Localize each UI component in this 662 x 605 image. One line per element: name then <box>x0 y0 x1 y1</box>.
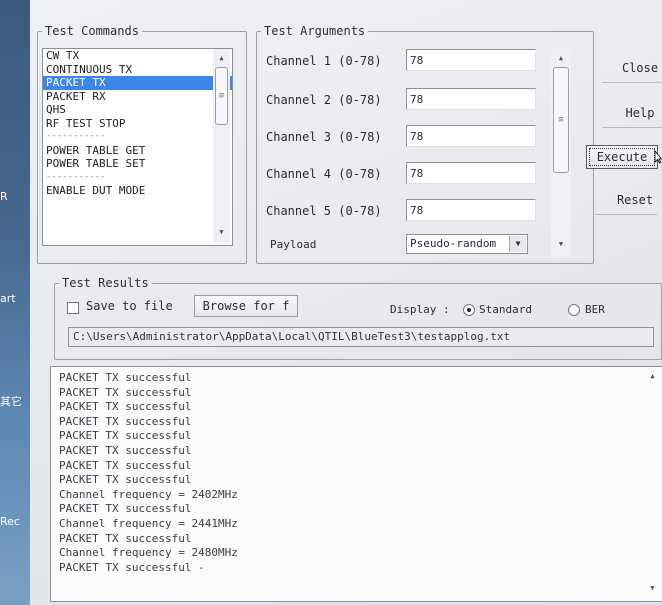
text-cursor-icon <box>654 150 662 164</box>
log-line: PACKET TX successful <box>59 400 192 414</box>
test-commands-listbox[interactable]: CW TX CONTINUOUS TX PACKET TX PACKET RX QHS R… <box>42 48 233 246</box>
channel-3-label: Channel 3 (0-78) <box>266 130 382 144</box>
commands-scrollbar[interactable]: ▲ ≡ ▼ <box>213 49 230 243</box>
channel-2-label: Channel 2 (0-78) <box>266 93 382 107</box>
scroll-up-icon[interactable]: ▲ <box>551 51 571 65</box>
scroll-down-icon[interactable]: ▼ <box>644 581 661 595</box>
close-button[interactable]: Close <box>602 58 662 78</box>
log-line: PACKET TX successful <box>59 473 192 487</box>
log-line: Channel frequency = 2402MHz <box>59 487 238 501</box>
log-line: PACKET TX successful - <box>59 560 205 574</box>
scroll-up-icon[interactable]: ▲ <box>213 51 230 65</box>
browse-button[interactable]: Browse for f <box>194 295 298 317</box>
test-results-legend: Test Results <box>62 276 149 290</box>
scroll-thumb[interactable]: ≡ <box>215 67 228 125</box>
log-line: PACKET TX successful <box>59 502 192 516</box>
payload-label: Payload <box>270 238 317 251</box>
scroll-down-icon[interactable]: ▼ <box>213 225 230 239</box>
log-line: PACKET TX successful <box>59 385 192 399</box>
scroll-up-icon[interactable]: ▲ <box>644 369 661 383</box>
command-list-item[interactable]: POWER TABLE GET <box>43 144 232 158</box>
log-scrollbar[interactable]: ▲ ▼ <box>644 367 661 599</box>
log-line: Channel frequency = 2480MHz <box>59 546 238 560</box>
standard-radio-label: Standard <box>479 303 532 316</box>
command-list-item[interactable]: QHS <box>43 103 232 117</box>
command-list-item[interactable]: CONTINUOUS TX <box>43 63 232 77</box>
log-line: PACKET TX successful <box>59 458 192 472</box>
scroll-thumb[interactable]: ≡ <box>553 67 569 173</box>
log-line: PACKET TX successful <box>59 429 192 443</box>
display-label: Display : <box>390 303 450 316</box>
desktop-icon-label[interactable]: R <box>0 190 30 203</box>
command-list-item[interactable]: ENABLE DUT MODE <box>43 184 232 198</box>
dropdown-arrow-icon[interactable]: ▼ <box>509 236 526 252</box>
grip-icon: ≡ <box>218 91 225 101</box>
payload-select[interactable]: Pseudo-random ▼ <box>406 234 528 254</box>
ber-radio[interactable] <box>568 304 580 316</box>
scroll-down-icon[interactable]: ▼ <box>551 237 571 251</box>
log-line: Channel frequency = 2441MHz <box>59 516 238 530</box>
desktop-icon-label[interactable]: art <box>0 292 30 305</box>
button-divider <box>595 214 657 215</box>
command-list-item[interactable]: POWER TABLE SET <box>43 157 232 171</box>
grip-icon: ≡ <box>558 115 564 125</box>
channel-1-label: Channel 1 (0-78) <box>266 54 382 68</box>
standard-radio[interactable] <box>463 304 475 316</box>
command-list-item[interactable]: RF TEST STOP <box>43 117 232 131</box>
channel-4-input[interactable]: 78 <box>406 162 536 184</box>
test-arguments-legend: Test Arguments <box>264 24 366 38</box>
channel-5-label: Channel 5 (0-78) <box>266 204 382 218</box>
channel-3-input[interactable]: 78 <box>406 125 536 147</box>
channel-1-input[interactable]: 78 <box>406 49 536 71</box>
execute-button[interactable]: Execute <box>586 145 658 169</box>
command-list-item[interactable]: PACKET TX <box>43 76 232 90</box>
channel-2-input[interactable]: 78 <box>406 88 536 110</box>
log-path-field[interactable]: C:\Users\Administrator\AppData\Local\QTI… <box>68 327 654 347</box>
log-line: PACKET TX successful <box>59 443 192 457</box>
log-output[interactable]: PACKET TX successful PACKET TX successful… <box>50 366 662 602</box>
desktop-icon-label[interactable]: 其它 <box>0 393 30 409</box>
channel-5-input[interactable]: 78 <box>406 199 536 221</box>
list-separator: ----------- <box>46 171 106 182</box>
help-button[interactable]: Help <box>602 103 662 123</box>
bluetest-dialog: Test Commands CW TX CONTINUOUS TX PACKET T… <box>30 0 662 605</box>
log-line: PACKET TX successful <box>59 371 192 384</box>
command-list-item[interactable]: CW TX <box>43 49 232 63</box>
list-separator: ----------- <box>46 131 106 141</box>
save-to-file-checkbox[interactable] <box>67 302 79 314</box>
button-divider <box>602 127 662 128</box>
save-to-file-label: Save to file <box>86 299 173 313</box>
log-line: PACKET TX successful <box>59 531 192 545</box>
command-list-item[interactable]: PACKET RX <box>43 90 232 104</box>
desktop-background: R art 其它 Rec <box>0 0 30 605</box>
arguments-scrollbar[interactable]: ▲ ≡ ▼ <box>551 49 571 257</box>
desktop-icon-label[interactable]: Rec <box>0 515 30 528</box>
test-commands-legend: Test Commands <box>45 24 139 38</box>
payload-value: Pseudo-random <box>410 237 497 250</box>
log-line: PACKET TX successful <box>59 414 192 428</box>
reset-button[interactable]: Reset <box>597 190 662 210</box>
test-results-group: Test Results <box>54 276 662 360</box>
channel-4-label: Channel 4 (0-78) <box>266 167 382 181</box>
button-divider <box>602 82 662 83</box>
ber-radio-label: BER <box>585 303 605 316</box>
